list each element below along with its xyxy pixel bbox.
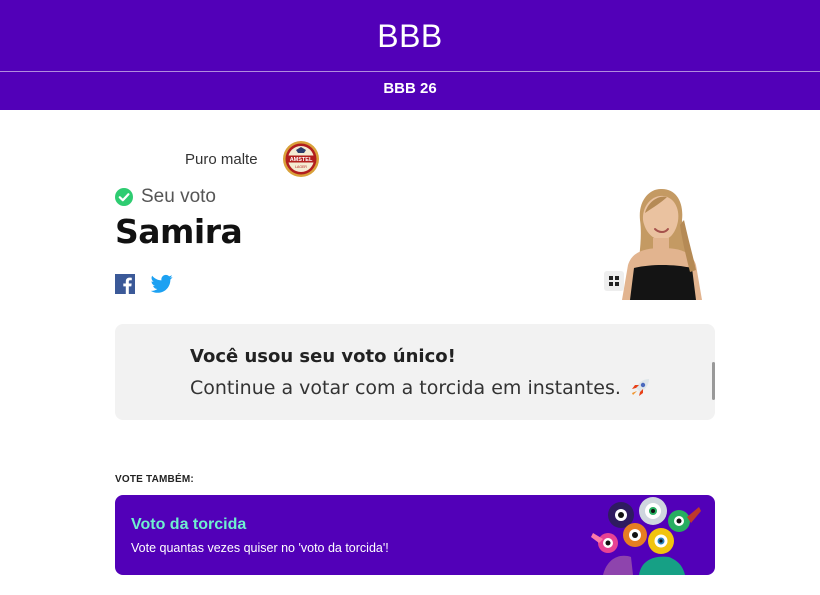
header-divider	[0, 71, 820, 72]
twitter-icon[interactable]	[151, 274, 173, 294]
amstel-logo[interactable]: AMSTEL LAGER	[282, 140, 320, 178]
notice-text-row: Continue a votar com a torcida em instan…	[190, 377, 651, 399]
notice-title: Você usou seu voto único!	[190, 346, 456, 367]
svg-text:AMSTEL: AMSTEL	[289, 157, 312, 163]
top-header: BBB BBB 26	[0, 0, 820, 110]
subnav-title[interactable]: BBB 26	[0, 80, 820, 97]
candidate-photo	[610, 180, 715, 300]
facebook-icon[interactable]	[115, 274, 135, 294]
cta-title: Voto da torcida	[131, 516, 247, 533]
notice-box: Você usou seu voto único! Continue a vot…	[115, 324, 715, 420]
cta-text: Vote quantas vezes quiser no 'voto da to…	[131, 541, 389, 555]
check-circle-icon	[115, 188, 133, 206]
candidate-name: Samira	[115, 212, 243, 251]
vote-status: Seu voto	[115, 186, 216, 208]
qr-code-icon	[609, 276, 619, 286]
rocket-icon	[631, 379, 649, 396]
brand-logo[interactable]: BBB	[0, 18, 820, 55]
voto-da-torcida-card[interactable]: Voto da torcida Vote quantas vezes quise…	[115, 495, 715, 575]
cartoon-characters-illustration	[591, 497, 701, 575]
svg-text:LAGER: LAGER	[295, 165, 307, 169]
sponsor-label: Puro malte	[185, 150, 258, 168]
sponsor: Puro malte AMSTEL LAGER	[185, 140, 320, 178]
vote-status-label: Seu voto	[141, 186, 216, 207]
share-buttons	[115, 274, 173, 294]
notice-scrollbar[interactable]	[712, 362, 715, 400]
notice-text: Continue a votar com a torcida em instan…	[190, 377, 621, 399]
qr-code-button[interactable]	[604, 271, 624, 291]
vote-also-label: VOTE TAMBÉM:	[115, 474, 194, 485]
